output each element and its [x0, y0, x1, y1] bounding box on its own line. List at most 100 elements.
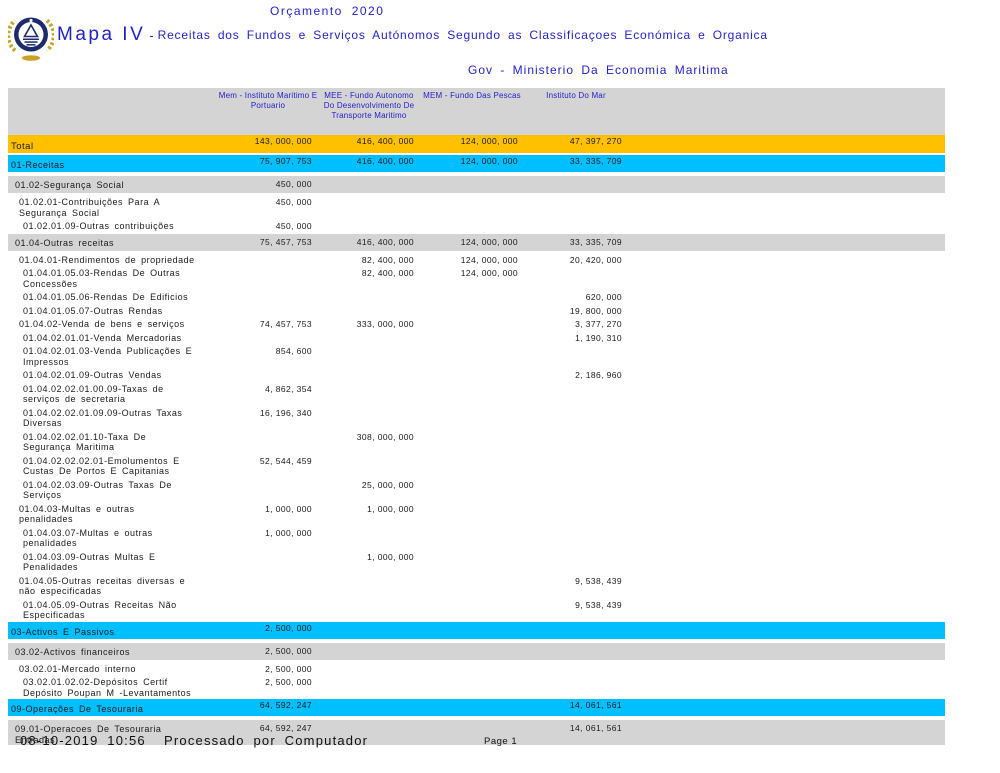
cell-value: 450, 000 [218, 219, 318, 233]
row-filler [628, 234, 945, 251]
row-filler [628, 406, 945, 430]
cell-value [318, 406, 420, 430]
row-label: 03.02-Activos financeiros [8, 643, 218, 660]
cell-value: 124, 000, 000 [420, 253, 524, 267]
cell-value [420, 643, 524, 660]
row-filler [628, 526, 945, 550]
cell-value: 47, 397, 270 [524, 135, 628, 153]
cell-value: 416, 400, 000 [318, 234, 420, 251]
cell-value: 124, 000, 000 [420, 155, 524, 172]
cell-value: 25, 000, 000 [318, 478, 420, 502]
cell-value: 64, 592, 247 [218, 699, 318, 716]
cell-value [524, 195, 628, 219]
row-filler [628, 478, 945, 502]
cell-value: 450, 000 [218, 176, 318, 193]
cell-value [318, 368, 420, 382]
cell-value: 2, 500, 000 [218, 622, 318, 639]
table-row: 01.04.03.07-Multas e outras penalidades1… [8, 526, 945, 550]
cell-value [318, 382, 420, 406]
map-subtitle: Receitas dos Fundos e Serviços Autónomos… [158, 28, 768, 42]
cell-value [420, 304, 524, 318]
report-title-line: Mapa IV-Receitas dos Fundos e Serviços A… [57, 24, 768, 46]
cell-value: 9, 538, 439 [524, 598, 628, 622]
row-filler [628, 598, 945, 622]
cell-value: 82, 400, 000 [318, 253, 420, 267]
row-filler [628, 135, 945, 153]
row-label: 01.04.02.01.09-Outras Vendas [8, 368, 218, 382]
table-row: 01.02.01-Contribuições Para A Segurança … [8, 195, 945, 219]
row-label: 01.04.01-Rendimentos de propriedade [8, 253, 218, 267]
table-row: 01.02-Segurança Social450, 000 [8, 176, 945, 193]
cell-value [318, 304, 420, 318]
cell-value: 124, 000, 000 [420, 234, 524, 251]
cell-value [420, 699, 524, 716]
table-row: 01.04.02-Venda de bens e serviços74, 457… [8, 317, 945, 331]
cell-value [420, 550, 524, 574]
cell-value: 416, 400, 000 [318, 155, 420, 172]
cell-value: 75, 457, 753 [218, 234, 318, 251]
cell-value [420, 382, 524, 406]
row-filler [628, 643, 945, 660]
row-label: 01.04.01.05.07-Outras Rendas [8, 304, 218, 318]
cell-value: 52, 544, 459 [218, 454, 318, 478]
row-label: 01.02.01-Contribuições Para A Segurança … [8, 195, 218, 219]
table-row: 03.02.01.02.02-Depósitos Certif Depósito… [8, 675, 945, 699]
cell-value [318, 219, 420, 233]
cell-value: 33, 335, 709 [524, 234, 628, 251]
table-row: 01.04.03-Multas e outras penalidades1, 0… [8, 502, 945, 526]
cell-value [420, 368, 524, 382]
cell-value: 4, 862, 354 [218, 382, 318, 406]
table-row: 01.04.02.03.09-Outras Taxas De Serviços2… [8, 478, 945, 502]
table-row: 01.04.01.05.07-Outras Rendas 19, 800, 000 [8, 304, 945, 318]
cell-value [218, 430, 318, 454]
cell-value [524, 454, 628, 478]
table-header-row: Mem - Instituto Maritimo E Portuario MEE… [8, 88, 945, 135]
row-filler [628, 317, 945, 331]
row-label: 01.04.01.05.06-Rendas De Edificios [8, 290, 218, 304]
table-row: 09.01-Operacoes De Tesouraria Entradas64… [8, 720, 945, 745]
cell-value [318, 344, 420, 368]
table-row: 01.04.02.02.01.10-Taxa De Segurança Mari… [8, 430, 945, 454]
cell-value [318, 699, 420, 716]
budget-year-title: Orçamento 2020 [270, 4, 384, 18]
column-header-instituto-maritimo: Mem - Instituto Maritimo E Portuario [218, 88, 318, 135]
cell-value [218, 550, 318, 574]
cell-value [218, 331, 318, 345]
table-row: 03.02.01-Mercado interno2, 500, 000 [8, 662, 945, 676]
cell-value: 19, 800, 000 [524, 304, 628, 318]
table-row: 01.04.02.01.01-Venda Mercadorias1, 190, … [8, 331, 945, 345]
table-row: 01-Receitas75, 907, 753416, 400, 000124,… [8, 155, 945, 172]
cell-value [318, 675, 420, 699]
cell-value: 1, 000, 000 [218, 526, 318, 550]
footer-datetime: 08-10-2019 10:56 [20, 733, 146, 748]
cell-value: 2, 500, 000 [218, 643, 318, 660]
cell-value [420, 526, 524, 550]
cell-value: 82, 400, 000 [318, 266, 420, 290]
row-label: 01.04.05-Outras receitas diversas e não … [8, 574, 218, 598]
cell-value [318, 574, 420, 598]
row-filler [628, 382, 945, 406]
row-label: 01.04.02-Venda de bens e serviços [8, 317, 218, 331]
row-label: 01.04.03.07-Multas e outras penalidades [8, 526, 218, 550]
row-filler [628, 304, 945, 318]
cell-value [524, 502, 628, 526]
cell-value [318, 195, 420, 219]
cell-value [420, 406, 524, 430]
cell-value: 620, 000 [524, 290, 628, 304]
cape-verde-emblem-logo [8, 9, 54, 62]
row-label: 03-Activos E Passivos [8, 622, 218, 639]
cell-value [218, 478, 318, 502]
cell-value: 75, 907, 753 [218, 155, 318, 172]
cell-value: 854, 600 [218, 344, 318, 368]
row-label: 01.04.05.09-Outras Receitas Não Especifi… [8, 598, 218, 622]
cell-value [218, 290, 318, 304]
cell-value: 3, 377, 270 [524, 317, 628, 331]
table-row: 01.04-Outras receitas75, 457, 753416, 40… [8, 234, 945, 251]
cell-value [420, 331, 524, 345]
cell-value [420, 502, 524, 526]
cell-value: 33, 335, 709 [524, 155, 628, 172]
cell-value [218, 574, 318, 598]
cell-value [218, 266, 318, 290]
row-label: 01.04.02.01.01-Venda Mercadorias [8, 331, 218, 345]
column-header-fundo-autonomo: MEE - Fundo Autonomo Do Desenvolvimento … [318, 88, 420, 135]
